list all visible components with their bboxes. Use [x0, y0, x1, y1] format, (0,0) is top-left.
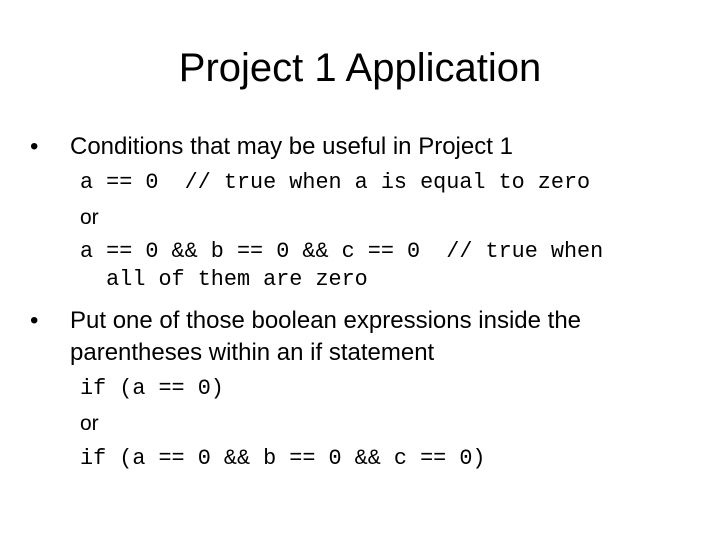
slide: Project 1 Application • Conditions that …: [0, 0, 720, 540]
code-line-if-all: if (a == 0 && b == 0 && c == 0): [80, 446, 486, 471]
or-label: or: [80, 206, 99, 229]
bullet-marker: •: [30, 307, 39, 334]
bullet-marker: •: [30, 133, 39, 160]
code-line-all-zero-continued: all of them are zero: [80, 267, 368, 292]
code-line-all-zero: a == 0 && b == 0 && c == 0 // true when: [80, 239, 604, 264]
bullet-text-line-1: Put one of those boolean expressions ins…: [70, 307, 582, 334]
code-line-a-equals-zero: a == 0 // true when a is equal to zero: [80, 170, 591, 195]
bullet-text: Conditions that may be useful in Project…: [70, 133, 513, 160]
slide-title: Project 1 Application: [178, 46, 542, 90]
code-line-if-a: if (a == 0): [80, 376, 224, 401]
or-label: or: [80, 412, 99, 435]
bullet-text-line-2: parentheses within an if statement: [70, 339, 435, 366]
